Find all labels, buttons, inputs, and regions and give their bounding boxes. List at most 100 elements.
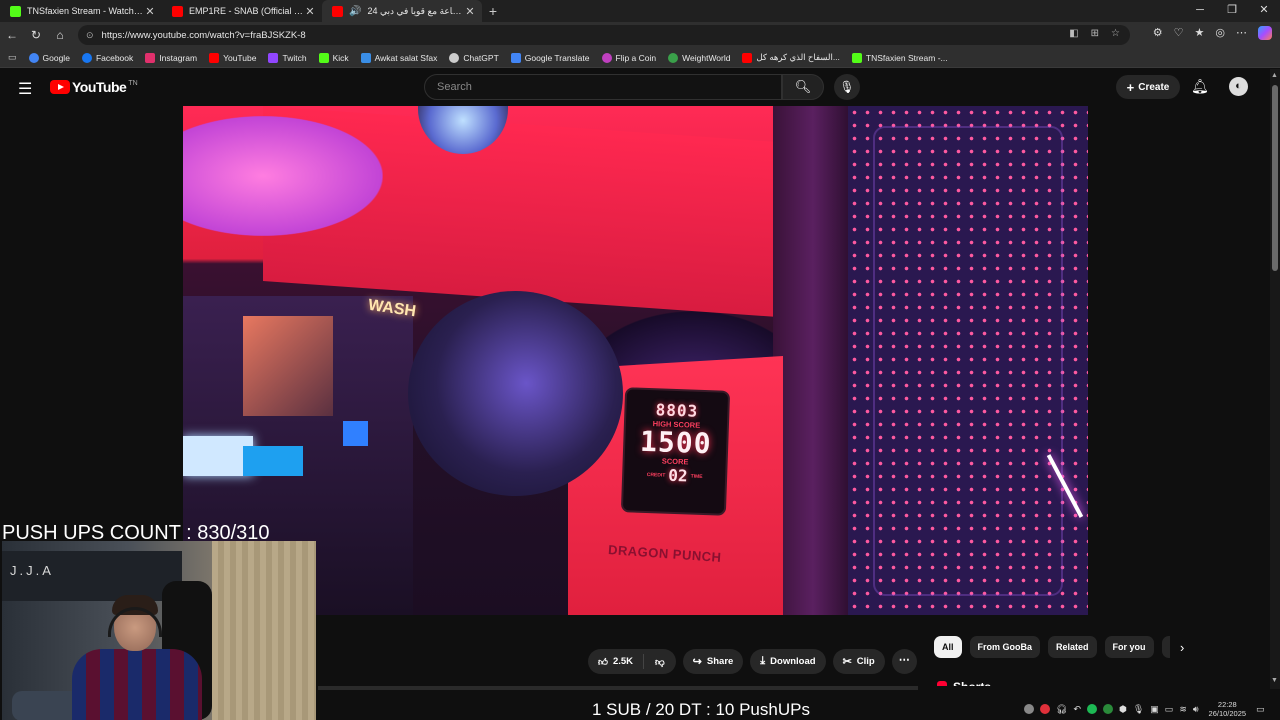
clip-label: Clip bbox=[856, 656, 875, 667]
notification-icon[interactable]: ▭ bbox=[1256, 704, 1265, 715]
chip-for-you[interactable]: For you bbox=[1104, 636, 1154, 658]
voice-search-button[interactable]: 🎙︎ bbox=[834, 74, 860, 100]
avatar[interactable]: ◐ bbox=[1229, 77, 1248, 96]
coin-icon bbox=[601, 52, 612, 63]
extensions-icon[interactable]: ⚙ bbox=[1153, 26, 1163, 40]
home-icon[interactable]: ⌂ bbox=[48, 28, 72, 42]
more-menu-icon[interactable]: ⋯ bbox=[1236, 26, 1247, 40]
bookmark-flip-a-coin[interactable]: Flip a Coin bbox=[601, 52, 656, 63]
browser-toolbar-right: ⚙ ♡ ★ ◎ ⋯ bbox=[1153, 26, 1272, 40]
close-tab-icon[interactable]: ✕ bbox=[144, 5, 156, 18]
chip-all[interactable]: All bbox=[934, 636, 962, 658]
youtube-favicon-icon bbox=[332, 5, 343, 17]
bookmark-tnsfaxien[interactable]: TNSfaxien Stream -... bbox=[851, 52, 948, 63]
chip-from-gooba[interactable]: From GooBa bbox=[969, 636, 1041, 658]
chevron-right-icon[interactable]: › bbox=[1180, 640, 1184, 655]
close-tab-icon[interactable]: ✕ bbox=[464, 5, 476, 18]
search-input[interactable]: Search bbox=[424, 74, 782, 100]
bookmark-twitch[interactable]: Twitch bbox=[268, 52, 307, 63]
wifi-icon[interactable]: ≋ bbox=[1179, 704, 1187, 715]
bookmark-weightworld[interactable]: WeightWorld bbox=[668, 52, 730, 63]
app-available-icon[interactable]: ⊞ bbox=[1091, 28, 1099, 39]
clip-button[interactable]: ✂ Clip bbox=[832, 649, 885, 674]
bookmark-instagram[interactable]: Instagram bbox=[145, 52, 197, 63]
video-arcade-screen bbox=[343, 421, 368, 446]
hamburger-menu-icon[interactable]: ☰ bbox=[18, 79, 36, 99]
share-button[interactable]: ↪ Share bbox=[682, 649, 744, 674]
speaker-icon[interactable]: 🔊 bbox=[349, 6, 361, 17]
taskbar-clock[interactable]: 22:28 26/10/2025 bbox=[1209, 700, 1247, 718]
create-button[interactable]: + Create bbox=[1116, 75, 1180, 99]
microphone-icon: 🎙︎ bbox=[839, 80, 855, 94]
youtube-wordmark: YouTube bbox=[72, 79, 127, 95]
video-player[interactable]: WASH 8803 HIGH SCORE 1500 SCORE CREDIT 0… bbox=[183, 106, 1088, 615]
app-green-icon[interactable] bbox=[1102, 704, 1113, 714]
bookmark-awkat-salat[interactable]: Awkat salat Sfax bbox=[360, 52, 437, 63]
shield-icon[interactable]: ⬢ bbox=[1119, 704, 1127, 715]
kick-icon bbox=[318, 52, 329, 63]
bookmark-google[interactable]: Google bbox=[28, 52, 70, 63]
chip-related[interactable]: Related bbox=[1048, 636, 1097, 658]
bookmark-google-translate[interactable]: Google Translate bbox=[510, 52, 590, 63]
profile-icon[interactable]: ◎ bbox=[1215, 26, 1225, 40]
back-icon[interactable]: ← bbox=[0, 28, 24, 42]
minimize-icon[interactable]: ─ bbox=[1184, 0, 1216, 22]
browser-tab-active[interactable]: 🔊 24 ساعة مع قويا في دبي - be ✕ bbox=[322, 0, 482, 22]
close-tab-icon[interactable]: ✕ bbox=[304, 5, 316, 18]
antivirus-icon[interactable] bbox=[1024, 704, 1034, 714]
browser-tab[interactable]: EMP1RE - SNAB (Official Music V ✕ bbox=[162, 0, 322, 22]
kick-icon bbox=[851, 52, 862, 63]
webcam-overlay: J.J.A bbox=[2, 541, 316, 720]
notifications-bell-icon[interactable]: 🔔︎ bbox=[1191, 78, 1209, 95]
reading-view-icon[interactable]: ▭ bbox=[8, 52, 17, 63]
favorite-star-icon[interactable]: ☆ bbox=[1111, 28, 1120, 39]
bookmark-kick[interactable]: Kick bbox=[318, 52, 349, 63]
refresh-icon[interactable]: ↻ bbox=[24, 28, 48, 42]
like-button[interactable]: 👍︎ 2.5K bbox=[588, 654, 645, 669]
volume-icon[interactable]: 🔊︎ bbox=[1193, 704, 1199, 715]
headset-icon[interactable]: 🎧︎ bbox=[1056, 704, 1067, 715]
more-actions-button[interactable]: ⋯ bbox=[891, 649, 917, 674]
favorites-icon[interactable]: ★ bbox=[1195, 26, 1205, 40]
tracking-prevention-icon[interactable]: ◧ bbox=[1069, 28, 1078, 39]
page-scrollbar[interactable] bbox=[1270, 69, 1280, 689]
google-icon bbox=[28, 52, 39, 63]
copilot-icon[interactable] bbox=[1258, 26, 1272, 40]
bookmark-youtube[interactable]: YouTube bbox=[209, 52, 256, 63]
chip-recently-uploaded[interactable]: Recently uploaded bbox=[1161, 636, 1170, 658]
thumbs-up-icon: 👍︎ bbox=[598, 656, 608, 668]
bookmark-arabic-video[interactable]: السفاح الذي كرهه كل... bbox=[742, 52, 840, 63]
site-info-icon[interactable]: ⊙ bbox=[86, 30, 94, 41]
youtube-logo[interactable]: YouTube TN bbox=[50, 79, 138, 95]
scroll-down-icon[interactable]: ▼ bbox=[1271, 677, 1278, 684]
tab-title: 24 ساعة مع قويا في دبي - be bbox=[367, 5, 464, 16]
scroll-up-icon[interactable]: ▲ bbox=[1271, 72, 1278, 79]
scrollbar-thumb[interactable] bbox=[1272, 85, 1278, 271]
address-bar[interactable]: ⊙ https://www.youtube.com/watch?v=fraBJS… bbox=[78, 25, 1130, 45]
twitch-icon bbox=[268, 52, 279, 63]
chatgpt-icon bbox=[449, 52, 460, 63]
browser-tab-strip: TNSfaxien Stream - Watch Live on ✕ EMP1R… bbox=[0, 0, 1280, 22]
close-window-icon[interactable]: ✕ bbox=[1248, 0, 1280, 22]
prayer-times-icon bbox=[360, 52, 371, 63]
bookmark-chatgpt[interactable]: ChatGPT bbox=[449, 52, 499, 63]
download-button[interactable]: ⤓ Download bbox=[750, 649, 826, 674]
dislike-button[interactable]: 👎︎ bbox=[644, 656, 676, 668]
bookmark-facebook[interactable]: Facebook bbox=[81, 52, 133, 63]
browser-tab[interactable]: TNSfaxien Stream - Watch Live on ✕ bbox=[0, 0, 162, 22]
search-button[interactable]: 🔍︎ bbox=[782, 74, 824, 100]
maximize-icon[interactable]: ❐ bbox=[1216, 0, 1248, 22]
new-tab-button[interactable]: + bbox=[482, 3, 504, 19]
video-arcade-screen bbox=[243, 446, 303, 476]
record-icon[interactable] bbox=[1040, 704, 1050, 714]
browser-essentials-icon[interactable]: ♡ bbox=[1174, 26, 1184, 40]
recommendation-chips: All From GooBa Related For you Recently … bbox=[934, 636, 1170, 658]
back-arrow-icon[interactable]: ↶ bbox=[1073, 704, 1081, 715]
cube-icon[interactable]: ▣ bbox=[1150, 704, 1159, 715]
share-icon: ↪ bbox=[692, 656, 702, 668]
like-dislike-group: 👍︎ 2.5K 👎︎ bbox=[588, 649, 676, 674]
spotify-icon[interactable] bbox=[1086, 704, 1097, 714]
video-punching-bag bbox=[408, 291, 623, 496]
microphone-tray-icon[interactable]: 🎙︎ bbox=[1133, 704, 1144, 715]
network-icon[interactable]: ▭ bbox=[1165, 704, 1174, 715]
